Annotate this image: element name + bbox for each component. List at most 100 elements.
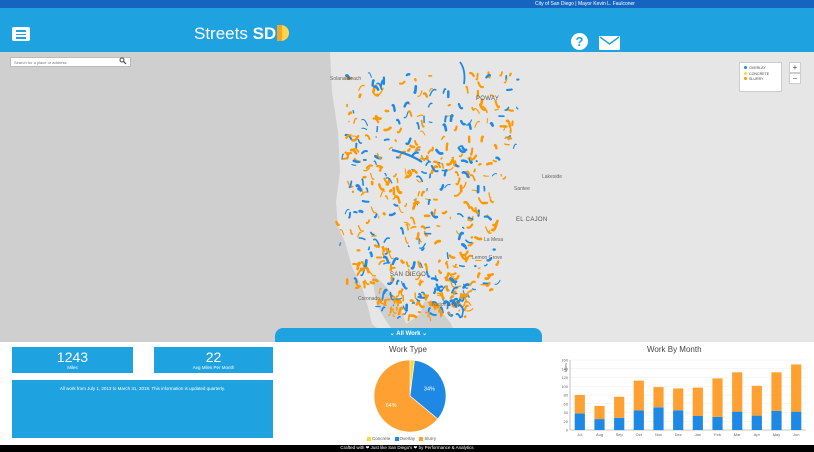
bar-overlay-nov[interactable]	[653, 407, 664, 431]
work-segment	[478, 163, 482, 166]
work-segment	[406, 169, 411, 174]
bar-overlay-jan[interactable]	[692, 416, 703, 430]
bar-overlay-oct[interactable]	[633, 410, 644, 430]
legend-label: OVERLAY	[749, 66, 766, 70]
bar-slurry-oct[interactable]	[633, 380, 644, 411]
x-tick-label: Nov	[655, 432, 662, 437]
y-tick-label: 20	[564, 419, 569, 424]
work-segment	[415, 232, 420, 241]
work-segment	[489, 122, 494, 127]
pie-data-label: 34%	[424, 386, 435, 392]
work-segment	[473, 168, 476, 173]
work-segment	[358, 209, 364, 214]
work-segment	[492, 159, 497, 163]
work-segment	[424, 295, 429, 301]
logo-bold-text: SD	[252, 24, 277, 43]
work-segment	[352, 262, 361, 266]
x-tick-label: Aug	[596, 432, 603, 437]
work-type-pie-chart: 34% 64%	[373, 359, 447, 433]
bar-slurry-apr[interactable]	[751, 385, 762, 416]
bar-overlay-mar[interactable]	[732, 411, 743, 430]
work-segment	[475, 72, 479, 81]
work-segment	[362, 280, 366, 289]
envelope-icon[interactable]	[599, 36, 620, 50]
work-segment	[348, 211, 352, 219]
x-tick-label: Jun	[793, 432, 799, 437]
work-segment	[371, 235, 377, 238]
bar-overlay-aug[interactable]	[594, 419, 605, 430]
legend-item-slurry: SLURRY	[744, 77, 777, 83]
work-segment	[393, 299, 396, 304]
all-work-toggle[interactable]: ⌄ All Work ⌄	[275, 328, 542, 342]
bar-overlay-dec[interactable]	[673, 410, 684, 430]
logo-swirl-icon	[277, 25, 290, 41]
work-segment	[358, 93, 362, 99]
bar-slurry-sep[interactable]	[614, 396, 625, 418]
menu-bar-line	[16, 30, 26, 32]
work-segment	[348, 120, 350, 123]
work-segment	[373, 244, 381, 248]
bar-overlay-sep[interactable]	[614, 417, 625, 431]
avg-miles-value: 22	[205, 349, 222, 365]
work-segment	[458, 264, 465, 268]
work-segment	[413, 84, 418, 95]
x-tick-label: Jan	[695, 432, 701, 437]
work-segment	[447, 103, 452, 107]
bar-overlay-apr[interactable]	[751, 415, 762, 430]
bar-overlay-may[interactable]	[771, 410, 782, 431]
info-text: All work from July 1, 2013 to March 31, …	[59, 386, 226, 391]
pie-legend-swatch	[367, 436, 371, 441]
x-tick-label: Apr	[754, 432, 761, 437]
y-tick-label: 0	[566, 428, 569, 433]
work-segment	[466, 291, 469, 297]
bar-slurry-nov[interactable]	[653, 387, 664, 408]
pie-legend-swatch	[394, 436, 399, 441]
work-segment	[405, 73, 411, 77]
work-segment	[486, 118, 489, 124]
bar-slurry-may[interactable]	[771, 372, 782, 411]
work-segment	[438, 308, 442, 313]
miles-value: 1243	[56, 349, 89, 365]
work-segment	[414, 292, 417, 299]
menu-bar-line	[16, 33, 26, 35]
bar-slurry-aug[interactable]	[594, 405, 605, 419]
search-icon[interactable]	[119, 57, 127, 65]
streets-sd-logo[interactable]: Streets SD	[194, 24, 290, 44]
work-segment	[383, 298, 387, 306]
bar-overlay-feb[interactable]	[712, 416, 723, 430]
place-label: Lemon Grove	[472, 255, 503, 261]
bar-slurry-jul[interactable]	[574, 395, 585, 414]
work-segment	[376, 164, 384, 169]
work-segment	[394, 139, 398, 143]
pie-legend-label: Slurry	[424, 436, 437, 441]
bar-overlay-jul[interactable]	[574, 413, 585, 430]
work-map[interactable]: Solana Beach POWAY Lakeside Santee EL CAJON L…	[0, 52, 814, 342]
place-label: National City	[432, 302, 461, 308]
legend-dot	[744, 66, 747, 69]
zoom-out-button[interactable]: −	[789, 73, 801, 84]
work-segment	[482, 175, 489, 177]
bar-slurry-mar[interactable]	[732, 372, 743, 412]
legend-label: CONCRETE	[749, 71, 770, 76]
work-segment	[389, 306, 393, 314]
menu-button[interactable]	[12, 27, 30, 41]
bar-overlay-jun[interactable]	[791, 411, 802, 430]
question-circle-icon[interactable]: ?	[571, 33, 588, 50]
work-segment	[493, 143, 498, 150]
pie-legend: Concrete Overlay Slurry	[364, 436, 436, 441]
x-tick-label: May	[773, 432, 781, 437]
work-segment	[428, 173, 432, 179]
place-label: La Mesa	[484, 237, 504, 243]
zoom-in-button[interactable]: +	[789, 62, 801, 73]
work-segment	[509, 72, 512, 77]
bar-slurry-jan[interactable]	[692, 387, 703, 416]
bar-slurry-feb[interactable]	[712, 378, 723, 417]
work-segment	[363, 259, 368, 268]
work-segment	[504, 143, 510, 146]
map-legend: OVERLAY CONCRETE SLURRY	[739, 62, 782, 92]
bar-slurry-jun[interactable]	[791, 364, 802, 412]
search-input[interactable]	[10, 57, 131, 67]
work-segment	[383, 138, 390, 142]
bar-slurry-dec[interactable]	[673, 388, 684, 411]
work-segment	[352, 159, 360, 164]
